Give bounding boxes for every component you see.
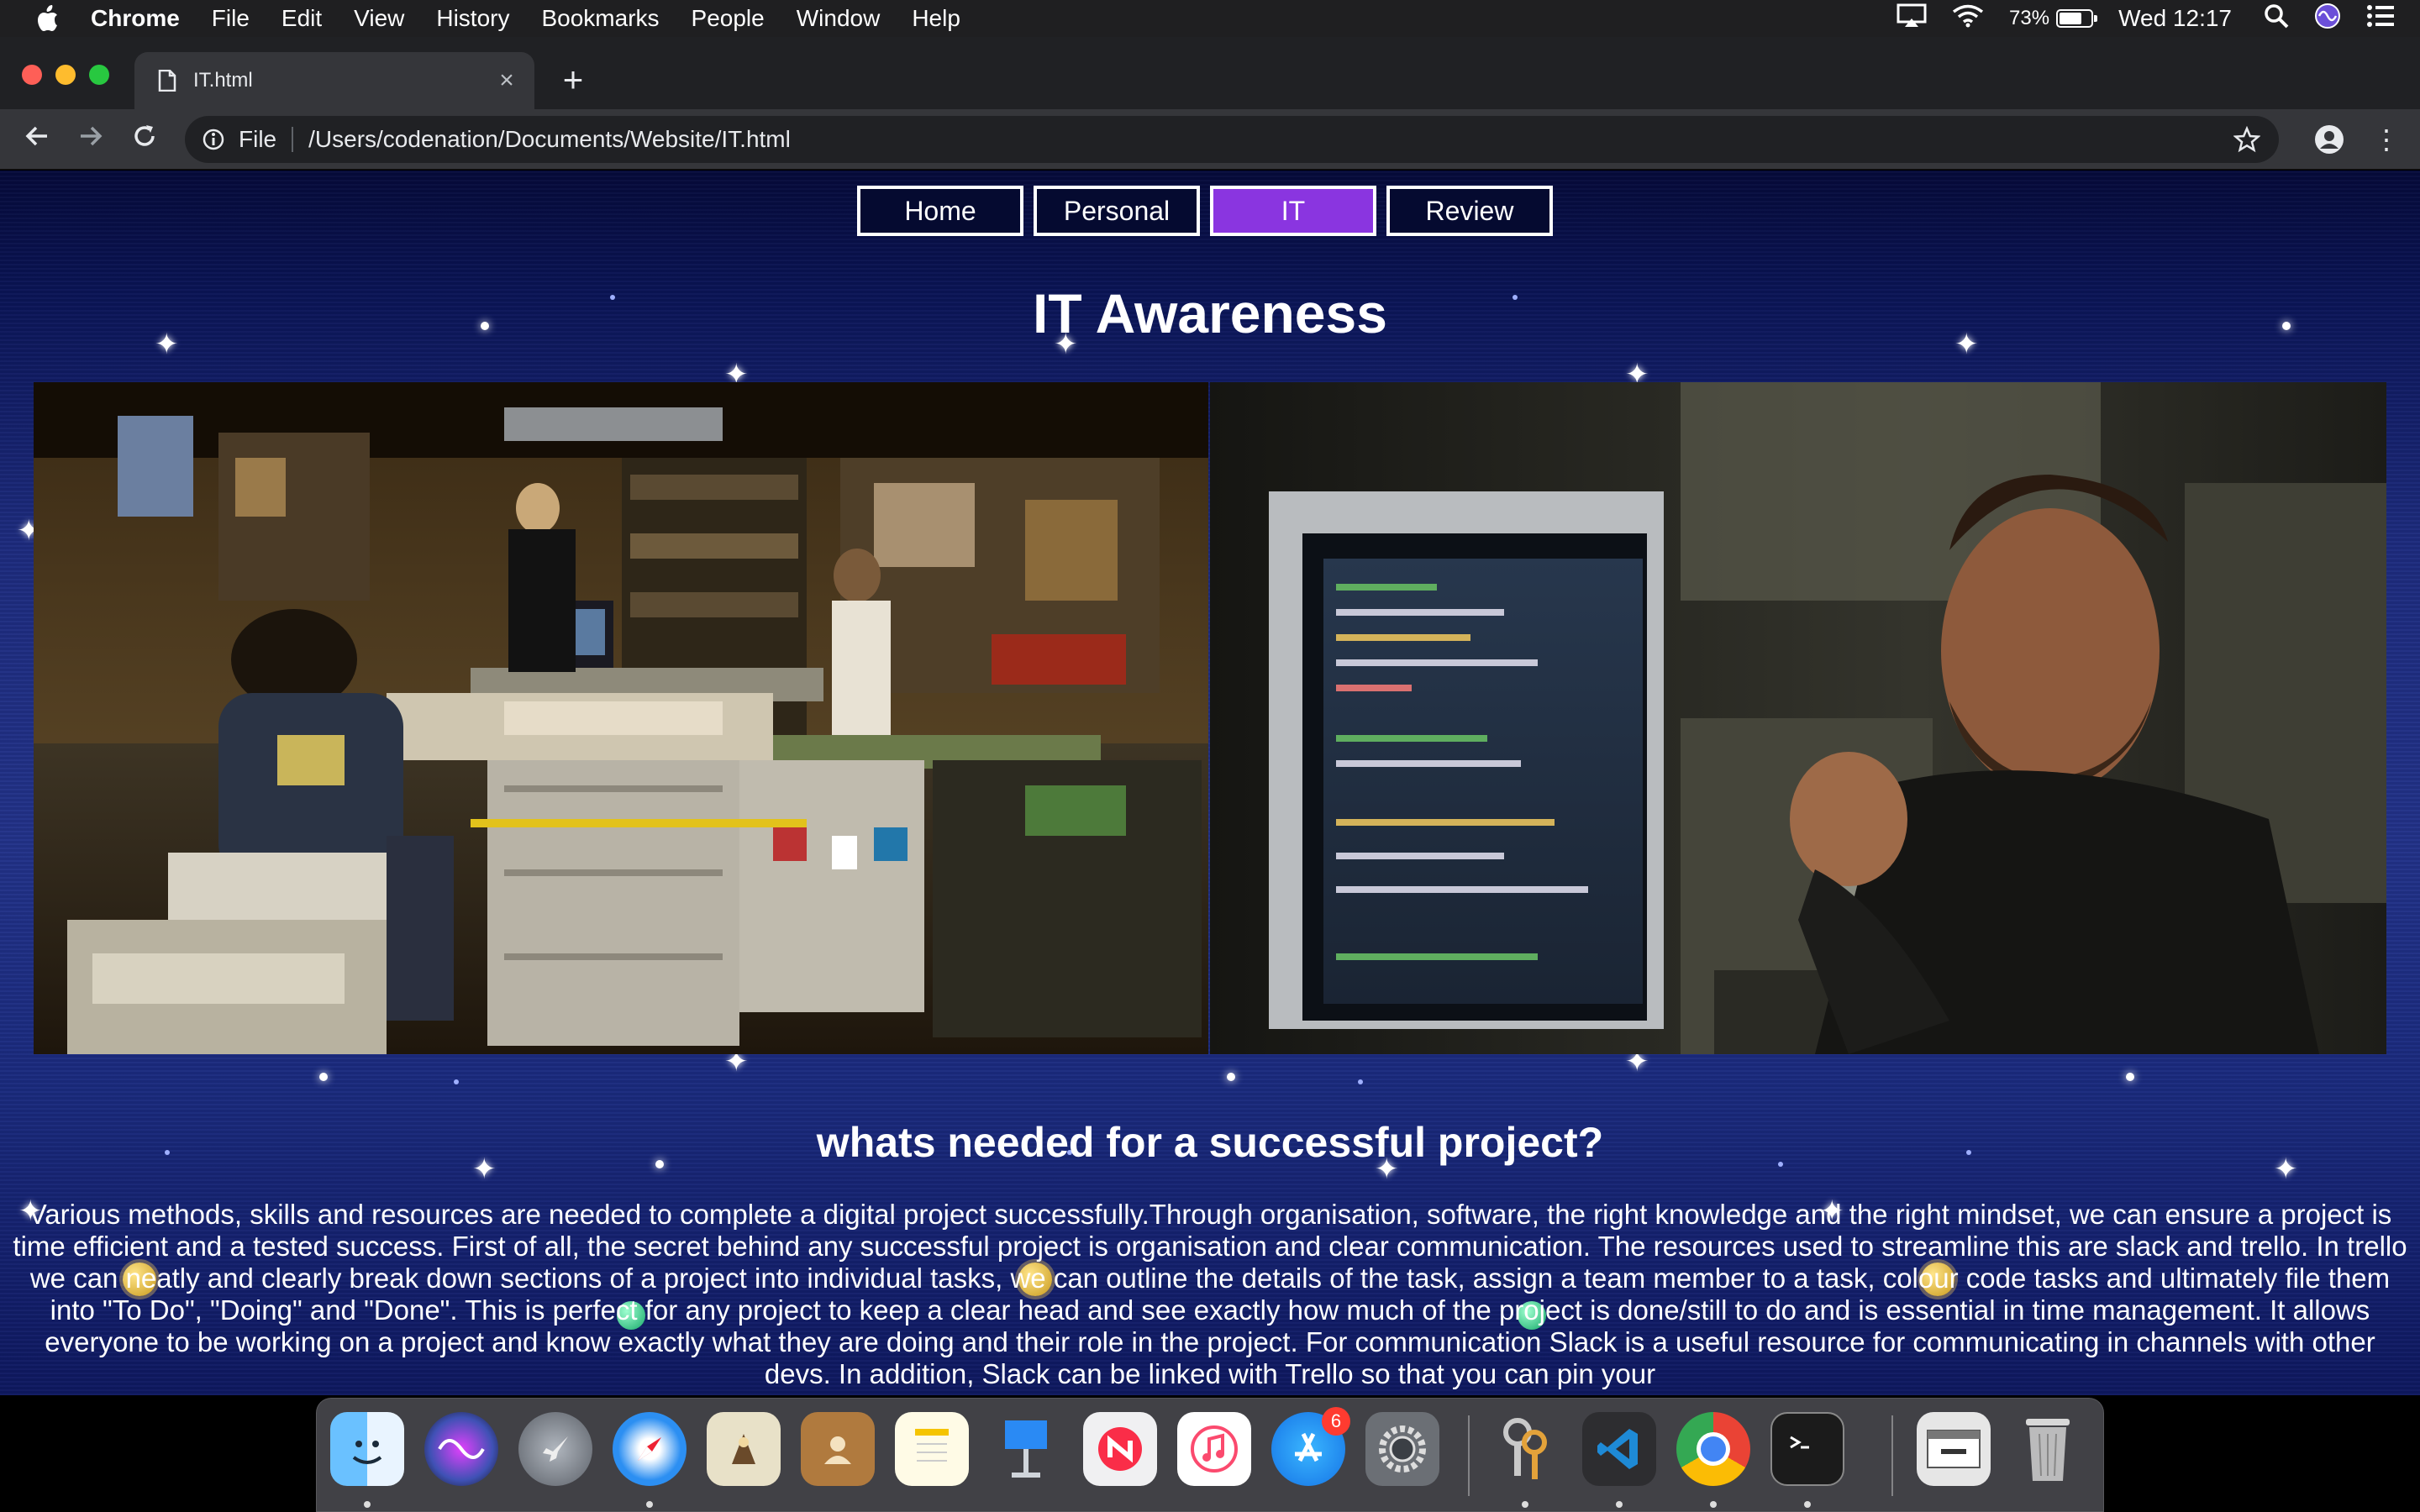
dock-downloads-stack-icon[interactable]	[1917, 1412, 1991, 1486]
battery-percent[interactable]: 73%	[2009, 7, 2049, 30]
dock-music-icon[interactable]	[1177, 1412, 1251, 1486]
star-dot	[2126, 1073, 2134, 1081]
dock-safari-icon[interactable]	[613, 1412, 687, 1486]
it-office-gif	[34, 382, 1208, 1054]
dock-notes-icon[interactable]	[895, 1412, 969, 1486]
document-icon	[158, 69, 176, 92]
star-dot	[319, 1073, 328, 1081]
new-tab-button[interactable]: +	[558, 62, 588, 97]
menu-history[interactable]: History	[436, 5, 509, 32]
bookmark-star-icon[interactable]	[2233, 125, 2261, 153]
nav-it[interactable]: IT	[1210, 186, 1376, 236]
url-text[interactable]: /Users/codenation/Documents/Website/IT.h…	[308, 126, 791, 153]
menu-bookmarks[interactable]: Bookmarks	[541, 5, 659, 32]
profile-avatar-icon[interactable]	[2314, 124, 2344, 155]
airplay-icon[interactable]	[1897, 3, 1927, 34]
wifi-icon[interactable]	[1952, 4, 1984, 34]
browser-tab-strip: IT.html × +	[0, 37, 2420, 109]
clock[interactable]: Wed 12:17	[2118, 5, 2232, 32]
notification-center-icon[interactable]	[2366, 4, 2395, 34]
site-nav: Home Personal IT Review	[857, 186, 1553, 236]
dock-terminal-icon[interactable]	[1770, 1412, 1844, 1486]
dock-chrome-icon[interactable]	[1676, 1412, 1750, 1486]
dock-system-preferences-icon[interactable]	[1365, 1412, 1439, 1486]
section-heading: whats needed for a successful project?	[816, 1119, 1604, 1166]
tab-title: IT.html	[193, 69, 253, 92]
tab-close-icon[interactable]: ×	[494, 68, 519, 93]
battery-icon[interactable]	[2056, 9, 2098, 28]
url-separator	[292, 127, 294, 152]
window-minimize-button[interactable]	[55, 65, 76, 85]
nav-home[interactable]: Home	[857, 186, 1023, 236]
page-viewport[interactable]: ✦ ✦ ✦ ✦ ✦ ✦ ✦ ✦ ✦ ✦ ✦ ✦ ✦ Home Personal …	[0, 171, 2420, 1395]
nav-personal[interactable]: Personal	[1034, 186, 1200, 236]
menu-edit[interactable]: Edit	[281, 5, 322, 32]
body-paragraph: Various methods, skills and resources ar…	[13, 1199, 2407, 1389]
back-button[interactable]	[20, 123, 54, 156]
app-store-badge: 6	[1322, 1407, 1350, 1436]
macos-dock: 6	[316, 1398, 2104, 1512]
menu-people[interactable]: People	[692, 5, 765, 32]
site-info-icon[interactable]	[202, 128, 225, 151]
dock-running-indicator	[1710, 1501, 1717, 1508]
menu-bar: Chrome File Edit View History Bookmarks …	[0, 0, 2420, 37]
dock-finder-icon[interactable]	[330, 1412, 404, 1486]
menu-help[interactable]: Help	[912, 5, 960, 32]
programmer-gif	[1210, 382, 2386, 1054]
siri-menubar-icon[interactable]	[2314, 3, 2341, 35]
dock-siri-icon[interactable]	[424, 1412, 498, 1486]
nav-review[interactable]: Review	[1386, 186, 1553, 236]
star-dot	[1227, 1073, 1235, 1081]
chrome-menu-icon[interactable]: ⋮	[2371, 124, 2402, 155]
battery-level-fill	[2060, 13, 2082, 24]
dock-running-indicator	[1522, 1501, 1528, 1508]
menu-view[interactable]: View	[354, 5, 404, 32]
dock-contacts-icon[interactable]	[801, 1412, 875, 1486]
dock-separator	[1891, 1415, 1893, 1496]
dock-running-indicator	[1804, 1501, 1811, 1508]
reload-button[interactable]	[128, 123, 161, 156]
dock-running-indicator	[1616, 1501, 1623, 1508]
dock-keychain-icon[interactable]	[1488, 1412, 1562, 1486]
star-dot	[454, 1079, 459, 1084]
browser-toolbar: File /Users/codenation/Documents/Website…	[0, 109, 2420, 170]
apple-menu-icon[interactable]	[32, 3, 62, 34]
dock-vscode-icon[interactable]	[1582, 1412, 1656, 1486]
window-zoom-button[interactable]	[89, 65, 109, 85]
menu-file[interactable]: File	[212, 5, 250, 32]
dock-running-indicator	[646, 1501, 653, 1508]
browser-tab[interactable]: IT.html ×	[134, 52, 534, 109]
dock-news-icon[interactable]	[1083, 1412, 1157, 1486]
dock-trash-icon[interactable]	[2011, 1412, 2085, 1486]
window-close-button[interactable]	[22, 65, 42, 85]
page-title: IT Awareness	[1033, 282, 1387, 344]
dock-keynote-icon[interactable]	[989, 1412, 1063, 1486]
url-scheme-label: File	[239, 126, 277, 152]
address-bar[interactable]: File /Users/codenation/Documents/Website…	[185, 116, 2279, 163]
menu-window[interactable]: Window	[797, 5, 881, 32]
dock-mail-icon[interactable]	[707, 1412, 781, 1486]
forward-button[interactable]	[74, 123, 108, 156]
star-dot	[1358, 1079, 1363, 1084]
dock-running-indicator	[364, 1501, 371, 1508]
menu-app-name[interactable]: Chrome	[91, 5, 180, 32]
spotlight-search-icon[interactable]	[2264, 3, 2289, 34]
dock-app-store-icon[interactable]: 6	[1271, 1407, 1350, 1486]
dock-launchpad-icon[interactable]	[518, 1412, 592, 1486]
dock-separator	[1468, 1415, 1470, 1496]
